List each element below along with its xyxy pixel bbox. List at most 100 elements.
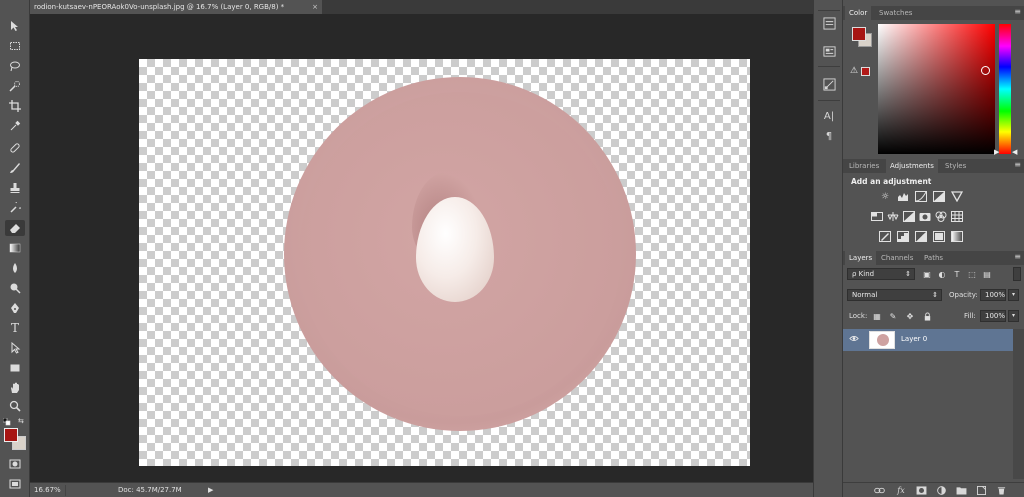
- color-lookup-icon[interactable]: [951, 211, 963, 222]
- layer-name[interactable]: Layer 0: [901, 335, 927, 343]
- threshold-icon[interactable]: [915, 231, 927, 242]
- fill-dropdown-icon[interactable]: ▾: [1008, 310, 1019, 322]
- new-layer-icon[interactable]: [975, 485, 987, 496]
- lasso-tool-icon[interactable]: [5, 58, 25, 74]
- eraser-tool-icon[interactable]: [5, 220, 25, 236]
- panel-menu-icon[interactable]: ≡: [1014, 159, 1021, 171]
- clone-stamp-tool-icon[interactable]: [5, 180, 25, 196]
- crop-tool-icon[interactable]: [5, 98, 25, 114]
- lock-position-icon[interactable]: ✥: [905, 311, 915, 321]
- quick-mask-icon[interactable]: [5, 456, 25, 472]
- adjustment-layer-icon[interactable]: [935, 485, 947, 496]
- paragraph-icon[interactable]: ¶: [822, 129, 836, 143]
- hue-slider-right-arrow-icon[interactable]: ◀: [1012, 148, 1017, 156]
- filter-pixel-icon[interactable]: ▣: [922, 269, 932, 279]
- tab-libraries[interactable]: Libraries: [845, 159, 883, 173]
- eye-visibility-icon[interactable]: [849, 335, 859, 345]
- rectangle-tool-icon[interactable]: [5, 360, 25, 376]
- hue-slider-left-arrow-icon[interactable]: ▶: [994, 148, 999, 156]
- gradient-map-icon[interactable]: [951, 231, 963, 242]
- fx-icon[interactable]: fx: [895, 485, 907, 496]
- selective-color-icon[interactable]: [933, 231, 945, 242]
- color-balance-icon[interactable]: [887, 211, 899, 222]
- zoom-tool-icon[interactable]: [5, 398, 25, 414]
- link-layers-icon[interactable]: [873, 485, 885, 496]
- panel-menu-icon[interactable]: ≡: [1014, 251, 1021, 263]
- add-mask-icon[interactable]: [915, 485, 927, 496]
- hue-saturation-icon[interactable]: [871, 211, 883, 222]
- history-brush-tool-icon[interactable]: [5, 200, 25, 216]
- layer-filter-select[interactable]: ρ Kind ⇕: [847, 268, 915, 280]
- marquee-tool-icon[interactable]: [5, 38, 25, 54]
- tab-paths[interactable]: Paths: [920, 251, 947, 265]
- brush-tool-icon[interactable]: [5, 160, 25, 176]
- tab-styles[interactable]: Styles: [941, 159, 970, 173]
- levels-icon[interactable]: [897, 191, 909, 202]
- tab-layers[interactable]: Layers: [845, 251, 877, 265]
- tab-channels[interactable]: Channels: [877, 251, 917, 265]
- filter-adjustment-icon[interactable]: ◐: [937, 269, 947, 279]
- canvas-area[interactable]: [30, 14, 813, 482]
- lock-all-icon[interactable]: [922, 311, 932, 321]
- dodge-tool-icon[interactable]: [5, 280, 25, 296]
- close-tab-icon[interactable]: ×: [312, 0, 318, 14]
- vibrance-icon[interactable]: [951, 191, 963, 202]
- color-field-picker[interactable]: [878, 24, 995, 154]
- path-selection-tool-icon[interactable]: [5, 340, 25, 356]
- character-icon[interactable]: A|: [822, 109, 836, 123]
- panel-menu-icon[interactable]: ≡: [1014, 6, 1021, 18]
- document-canvas[interactable]: [139, 59, 750, 466]
- zoom-level-field[interactable]: 16.67%: [34, 485, 66, 496]
- trash-icon[interactable]: [995, 485, 1007, 496]
- filter-toggle[interactable]: [1013, 267, 1021, 281]
- move-tool-icon[interactable]: [5, 18, 25, 34]
- blur-tool-icon[interactable]: [5, 260, 25, 276]
- hand-tool-icon[interactable]: [5, 380, 25, 396]
- filter-smart-object-icon[interactable]: ▤: [982, 269, 992, 279]
- tab-color[interactable]: Color: [845, 6, 872, 20]
- foreground-color-swatch[interactable]: [4, 428, 18, 442]
- layer-thumbnail[interactable]: [869, 331, 895, 349]
- lock-image-pixels-icon[interactable]: ✎: [888, 311, 898, 321]
- document-tab[interactable]: rodion-kutsaev-nPEORAok0Vo-unsplash.jpg …: [30, 0, 323, 14]
- tab-swatches[interactable]: Swatches: [875, 6, 916, 20]
- paths-icon[interactable]: [822, 77, 836, 91]
- layer-row[interactable]: Layer 0: [843, 329, 1013, 351]
- properties-icon[interactable]: [822, 44, 836, 58]
- exposure-icon[interactable]: [933, 191, 945, 202]
- opacity-field[interactable]: 100%: [980, 289, 1006, 301]
- filter-type-icon[interactable]: T: [952, 269, 962, 279]
- status-menu-arrow-icon[interactable]: ▶: [208, 485, 218, 496]
- layers-scrollbar[interactable]: [1013, 329, 1024, 479]
- default-colors-icon[interactable]: [2, 417, 11, 426]
- blend-mode-select[interactable]: Normal ⇕: [847, 289, 942, 301]
- opacity-dropdown-icon[interactable]: ▾: [1008, 289, 1019, 301]
- brightness-contrast-icon[interactable]: ☼: [879, 191, 891, 202]
- channel-mixer-icon[interactable]: [935, 211, 947, 222]
- fill-field[interactable]: 100%: [980, 310, 1006, 322]
- healing-brush-tool-icon[interactable]: [5, 140, 25, 156]
- color-picker-ring[interactable]: [981, 66, 990, 75]
- swap-colors-icon[interactable]: ⇆: [18, 417, 24, 425]
- out-of-gamut-warning-icon[interactable]: ⚠: [850, 66, 858, 76]
- color-panel-foreground-swatch[interactable]: [852, 27, 866, 41]
- tab-adjustments[interactable]: Adjustments: [886, 159, 938, 173]
- type-tool-icon[interactable]: T: [5, 320, 25, 336]
- history-icon[interactable]: [822, 16, 836, 30]
- eyedropper-tool-icon[interactable]: [5, 118, 25, 134]
- black-white-icon[interactable]: [903, 211, 915, 222]
- adjustments-panel-tabs: Libraries Adjustments Styles ≡: [843, 159, 1024, 173]
- screen-mode-icon[interactable]: [5, 476, 25, 492]
- quick-selection-tool-icon[interactable]: [5, 78, 25, 94]
- gamut-color-swatch[interactable]: [861, 67, 870, 76]
- hue-slider[interactable]: [999, 24, 1011, 154]
- filter-shape-icon[interactable]: ⬚: [967, 269, 977, 279]
- posterize-icon[interactable]: [897, 231, 909, 242]
- new-group-icon[interactable]: [955, 485, 967, 496]
- curves-icon[interactable]: [915, 191, 927, 202]
- gradient-tool-icon[interactable]: [5, 240, 25, 256]
- invert-icon[interactable]: [879, 231, 891, 242]
- photo-filter-icon[interactable]: [919, 211, 931, 222]
- pen-tool-icon[interactable]: [5, 300, 25, 316]
- lock-transparent-pixels-icon[interactable]: ▦: [872, 311, 882, 321]
